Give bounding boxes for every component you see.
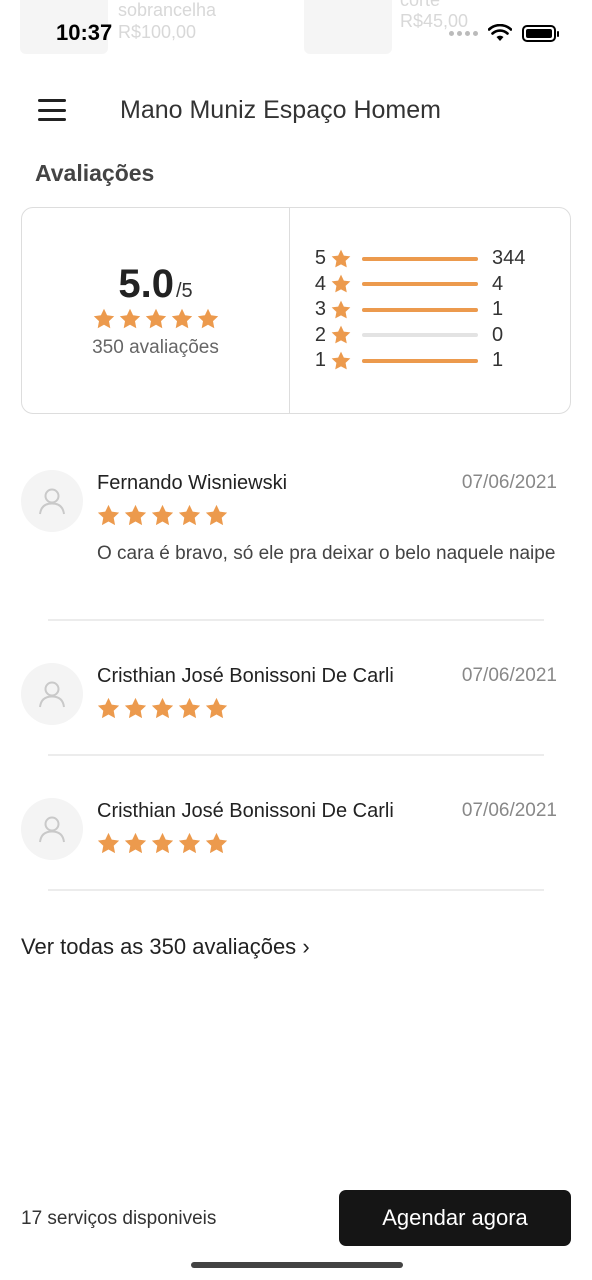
distribution-count: 344: [492, 247, 526, 270]
user-icon: [39, 816, 65, 843]
service-name: sobrancelha: [118, 0, 217, 20]
star-icon: [177, 831, 202, 856]
star-icon: [118, 307, 142, 331]
average-score-suffix: /5: [175, 280, 193, 302]
rating-overview: 5.0 /5 350 avaliações: [22, 208, 290, 413]
distribution-count: 4: [492, 272, 504, 295]
divider: [48, 619, 544, 621]
distribution-row: 44: [310, 272, 570, 298]
average-score: 5.0 /5: [118, 262, 192, 307]
home-indicator[interactable]: [191, 1262, 403, 1268]
review-date: 07/06/2021: [461, 800, 557, 821]
review-date: 07/06/2021: [461, 472, 557, 493]
distribution-bar: [362, 282, 478, 287]
distribution-bar-fill: [362, 282, 478, 287]
rating-distribution: 5 344 4 4 3 1 2 0 1 1: [290, 208, 570, 413]
distribution-star-level: 5: [314, 247, 326, 270]
user-icon: [39, 488, 65, 515]
service-thumbnail: [304, 0, 392, 54]
rating-summary-card: 5.0 /5 350 avaliações 5 344 4 4 3 1 2 0 1 1: [21, 207, 571, 414]
star-icon: [170, 307, 194, 331]
review-count: 350 avaliações: [92, 337, 219, 358]
distribution-star-level: 2: [314, 323, 326, 346]
distribution-bar: [362, 307, 478, 312]
star-icon: [92, 307, 116, 331]
review-text: O cara é bravo, só ele pra deixar o belo…: [97, 543, 556, 564]
star-icon: [204, 503, 229, 528]
star-icon: [150, 696, 175, 721]
distribution-bar: [362, 358, 478, 363]
distribution-bar-fill: [362, 307, 478, 312]
star-icon: [144, 307, 168, 331]
distribution-bar-fill: [362, 256, 478, 261]
book-now-button[interactable]: Agendar agora: [339, 1190, 571, 1246]
avatar: [21, 663, 83, 725]
reviewer-name: Fernando Wisniewski: [97, 472, 288, 494]
star-icon: [177, 503, 202, 528]
star-icon: [123, 696, 148, 721]
star-icon: [150, 503, 175, 528]
divider: [48, 754, 544, 756]
distribution-count: 0: [492, 323, 504, 346]
distribution-count: 1: [492, 349, 504, 372]
avatar: [21, 470, 83, 532]
star-icon: [96, 503, 121, 528]
service-name: corte: [400, 0, 441, 10]
review-date: 07/06/2021: [461, 665, 557, 686]
distribution-bar: [362, 333, 478, 338]
service-price: R$100,00: [118, 22, 197, 42]
status-icons: [449, 24, 559, 42]
divider: [48, 889, 544, 891]
page-title: Mano Muniz Espaço Homem: [120, 96, 441, 124]
review-stars: [96, 503, 229, 528]
distribution-bar-fill: [362, 358, 478, 363]
star-icon: [196, 307, 220, 331]
star-icon: [96, 831, 121, 856]
menu-icon[interactable]: [38, 99, 66, 121]
user-icon: [39, 681, 65, 708]
distribution-star-level: 4: [314, 272, 326, 295]
star-icon: [204, 696, 229, 721]
battery-icon: [522, 24, 559, 42]
avatar: [21, 798, 83, 860]
star-icon: [123, 831, 148, 856]
distribution-row: 20: [310, 323, 570, 349]
reviews-section-title: Avaliações: [35, 160, 155, 186]
distribution-row: 5 344: [310, 246, 570, 272]
distribution-bar: [362, 256, 478, 261]
review-stars: [96, 696, 229, 721]
signal-icon: [449, 30, 478, 36]
star-icon: [330, 248, 352, 270]
reviewer-name: Cristhian José Bonissoni De Carli: [97, 665, 394, 687]
chevron-right-icon: ›: [302, 934, 310, 959]
see-all-label: Ver todas as 350 avaliações: [21, 934, 297, 959]
distribution-star-level: 3: [314, 298, 326, 321]
average-stars: [92, 307, 220, 331]
star-icon: [150, 831, 175, 856]
review-stars: [96, 831, 229, 856]
star-icon: [123, 503, 148, 528]
average-score-value: 5.0: [118, 262, 174, 306]
star-icon: [330, 299, 352, 321]
see-all-reviews-link[interactable]: Ver todas as 350 avaliações ›: [21, 934, 310, 960]
status-time: 10:37: [56, 20, 113, 45]
star-icon: [330, 324, 352, 346]
services-available: 17 serviços disponiveis: [21, 1208, 217, 1229]
reviewer-name: Cristhian José Bonissoni De Carli: [97, 800, 394, 822]
wifi-icon: [488, 24, 512, 41]
star-icon: [330, 273, 352, 295]
distribution-star-level: 1: [314, 349, 326, 372]
star-icon: [330, 350, 352, 372]
star-icon: [204, 831, 229, 856]
star-icon: [96, 696, 121, 721]
distribution-row: 31: [310, 297, 570, 323]
star-icon: [177, 696, 202, 721]
distribution-count: 1: [492, 298, 504, 321]
app-header: Mano Muniz Espaço Homem: [0, 86, 592, 134]
distribution-row: 11: [310, 348, 570, 374]
